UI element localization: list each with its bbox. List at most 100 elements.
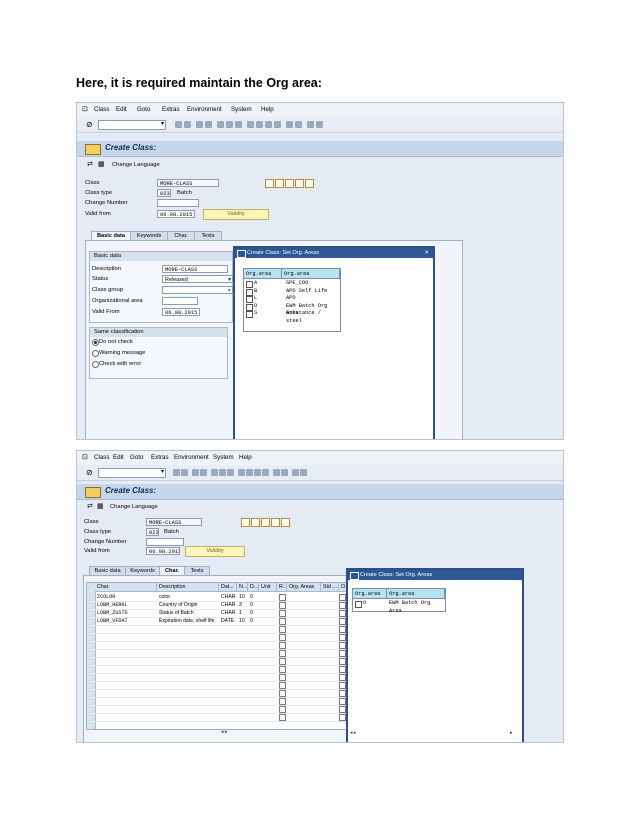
std-checkbox[interactable] <box>339 610 346 617</box>
language-icon[interactable]: ▦ <box>98 160 105 168</box>
col-char-header[interactable]: Char. <box>95 583 157 592</box>
org-areas-checkbox[interactable] <box>279 714 286 721</box>
validity-button[interactable]: Validity <box>185 546 245 557</box>
org-areas-checkbox[interactable] <box>279 610 286 617</box>
org-area-row[interactable]: B APO Self Life <box>244 288 340 296</box>
org-area-row[interactable]: S Substance / steel <box>244 310 340 324</box>
save-icon[interactable] <box>184 121 191 128</box>
col-decimals-header[interactable]: D... <box>248 583 259 592</box>
valid-from-field[interactable]: 06.08.2015 <box>157 210 195 218</box>
shortcut-icon[interactable] <box>281 469 288 476</box>
table-row[interactable] <box>87 713 347 722</box>
print-icon[interactable] <box>211 469 218 476</box>
org-area-row[interactable]: L APO <box>244 295 340 304</box>
graphic-icon[interactable] <box>275 179 284 188</box>
std-checkbox[interactable] <box>339 658 346 665</box>
org-areas-checkbox[interactable] <box>279 674 286 681</box>
org-area-row[interactable]: O EWM Batch Org Area <box>353 600 445 614</box>
layout-icon[interactable] <box>300 469 307 476</box>
menu-extras[interactable]: Extras <box>162 106 180 113</box>
change-language-button[interactable]: Change Language <box>112 162 160 168</box>
menu-extras[interactable]: Extras <box>151 454 169 461</box>
next-page-icon[interactable] <box>254 469 261 476</box>
col-r-header[interactable]: R... <box>277 583 287 592</box>
shortcut-icon[interactable] <box>295 121 302 128</box>
menu-environment[interactable]: Environment <box>174 454 209 461</box>
org-area-field[interactable] <box>162 297 198 305</box>
enter-icon[interactable]: ⊘ <box>86 468 93 477</box>
col-org-areas-header[interactable]: Org. Areas <box>287 583 321 592</box>
document-icon[interactable] <box>261 518 270 527</box>
menu-environment[interactable]: Environment <box>187 106 222 113</box>
where-used-icon[interactable] <box>241 518 250 527</box>
cancel-icon[interactable] <box>200 469 207 476</box>
prev-page-icon[interactable] <box>246 469 253 476</box>
radio-do-not-check[interactable] <box>92 339 99 346</box>
dialog-scroll-end[interactable]: ▸ <box>510 730 513 736</box>
next-page-icon[interactable] <box>265 121 272 128</box>
find-next-icon[interactable] <box>235 121 242 128</box>
class-type-field[interactable]: 023 <box>146 528 159 536</box>
std-checkbox[interactable] <box>339 618 346 625</box>
menu-edit[interactable]: Edit <box>113 454 124 461</box>
status-dropdown[interactable]: Released <box>162 275 233 283</box>
last-page-icon[interactable] <box>274 121 281 128</box>
std-checkbox[interactable] <box>339 698 346 705</box>
org-areas-checkbox[interactable] <box>279 594 286 601</box>
menu-goto[interactable]: Goto <box>130 454 143 461</box>
menu-goto[interactable]: Goto <box>137 106 150 113</box>
copy-icon[interactable] <box>295 179 304 188</box>
std-checkbox[interactable] <box>339 706 346 713</box>
back-icon[interactable] <box>175 121 182 128</box>
command-field[interactable]: ▾ <box>98 468 166 478</box>
cancel-icon[interactable] <box>205 121 212 128</box>
help-icon[interactable] <box>307 121 314 128</box>
org-areas-checkbox[interactable] <box>279 602 286 609</box>
menu-class[interactable]: Class <box>94 454 109 461</box>
new-session-icon[interactable] <box>286 121 293 128</box>
col-description-header[interactable]: Description <box>157 583 219 592</box>
std-checkbox[interactable] <box>339 602 346 609</box>
std-checkbox[interactable] <box>339 674 346 681</box>
org-areas-checkbox[interactable] <box>279 658 286 665</box>
enter-icon[interactable]: ⊘ <box>86 120 93 129</box>
copy-icon[interactable] <box>271 518 280 527</box>
delete-icon[interactable] <box>305 179 314 188</box>
menu-help[interactable]: Help <box>261 106 274 113</box>
new-session-icon[interactable] <box>273 469 280 476</box>
org-areas-checkbox[interactable] <box>279 706 286 713</box>
std-checkbox[interactable] <box>339 650 346 657</box>
col-std-header[interactable]: Std ... <box>321 583 339 592</box>
col-datatype-header[interactable]: Dat... <box>219 583 237 592</box>
std-checkbox[interactable] <box>339 626 346 633</box>
first-page-icon[interactable] <box>247 121 254 128</box>
graphic-icon[interactable] <box>251 518 260 527</box>
language-icon[interactable]: ▦ <box>97 502 104 510</box>
org-area-checkbox[interactable] <box>355 601 362 608</box>
org-areas-checkbox[interactable] <box>279 682 286 689</box>
menu-class[interactable]: Class <box>94 106 109 113</box>
command-field[interactable]: ▾ <box>98 120 166 130</box>
std-checkbox[interactable] <box>339 666 346 673</box>
radio-warning-message[interactable] <box>92 350 99 357</box>
menu-help[interactable]: Help <box>239 454 252 461</box>
change-number-field[interactable] <box>146 538 184 546</box>
find-next-icon[interactable] <box>227 469 234 476</box>
window-menu-icon[interactable]: ⊡ <box>82 453 88 461</box>
basic-valid-from-field[interactable]: 06.08.2015 <box>162 308 200 316</box>
org-areas-checkbox[interactable] <box>279 650 286 657</box>
layout-icon[interactable] <box>316 121 323 128</box>
org-area-row[interactable]: A SPE_COO <box>244 280 340 288</box>
find-icon[interactable] <box>219 469 226 476</box>
help-icon[interactable] <box>292 469 299 476</box>
print-icon[interactable] <box>217 121 224 128</box>
window-menu-icon[interactable]: ⊡ <box>82 105 88 113</box>
col-number-header[interactable]: N... <box>237 583 248 592</box>
org-area-row[interactable]: O EWM Batch Org Area <box>244 303 340 316</box>
org-areas-checkbox[interactable] <box>279 634 286 641</box>
valid-from-field[interactable]: 06.08.2015 <box>146 547 180 555</box>
class-type-field[interactable]: 023 <box>157 189 171 197</box>
close-icon[interactable]: ✕ <box>424 248 429 258</box>
other-class-icon[interactable]: ⇄ <box>87 502 93 510</box>
std-checkbox[interactable] <box>339 714 346 721</box>
